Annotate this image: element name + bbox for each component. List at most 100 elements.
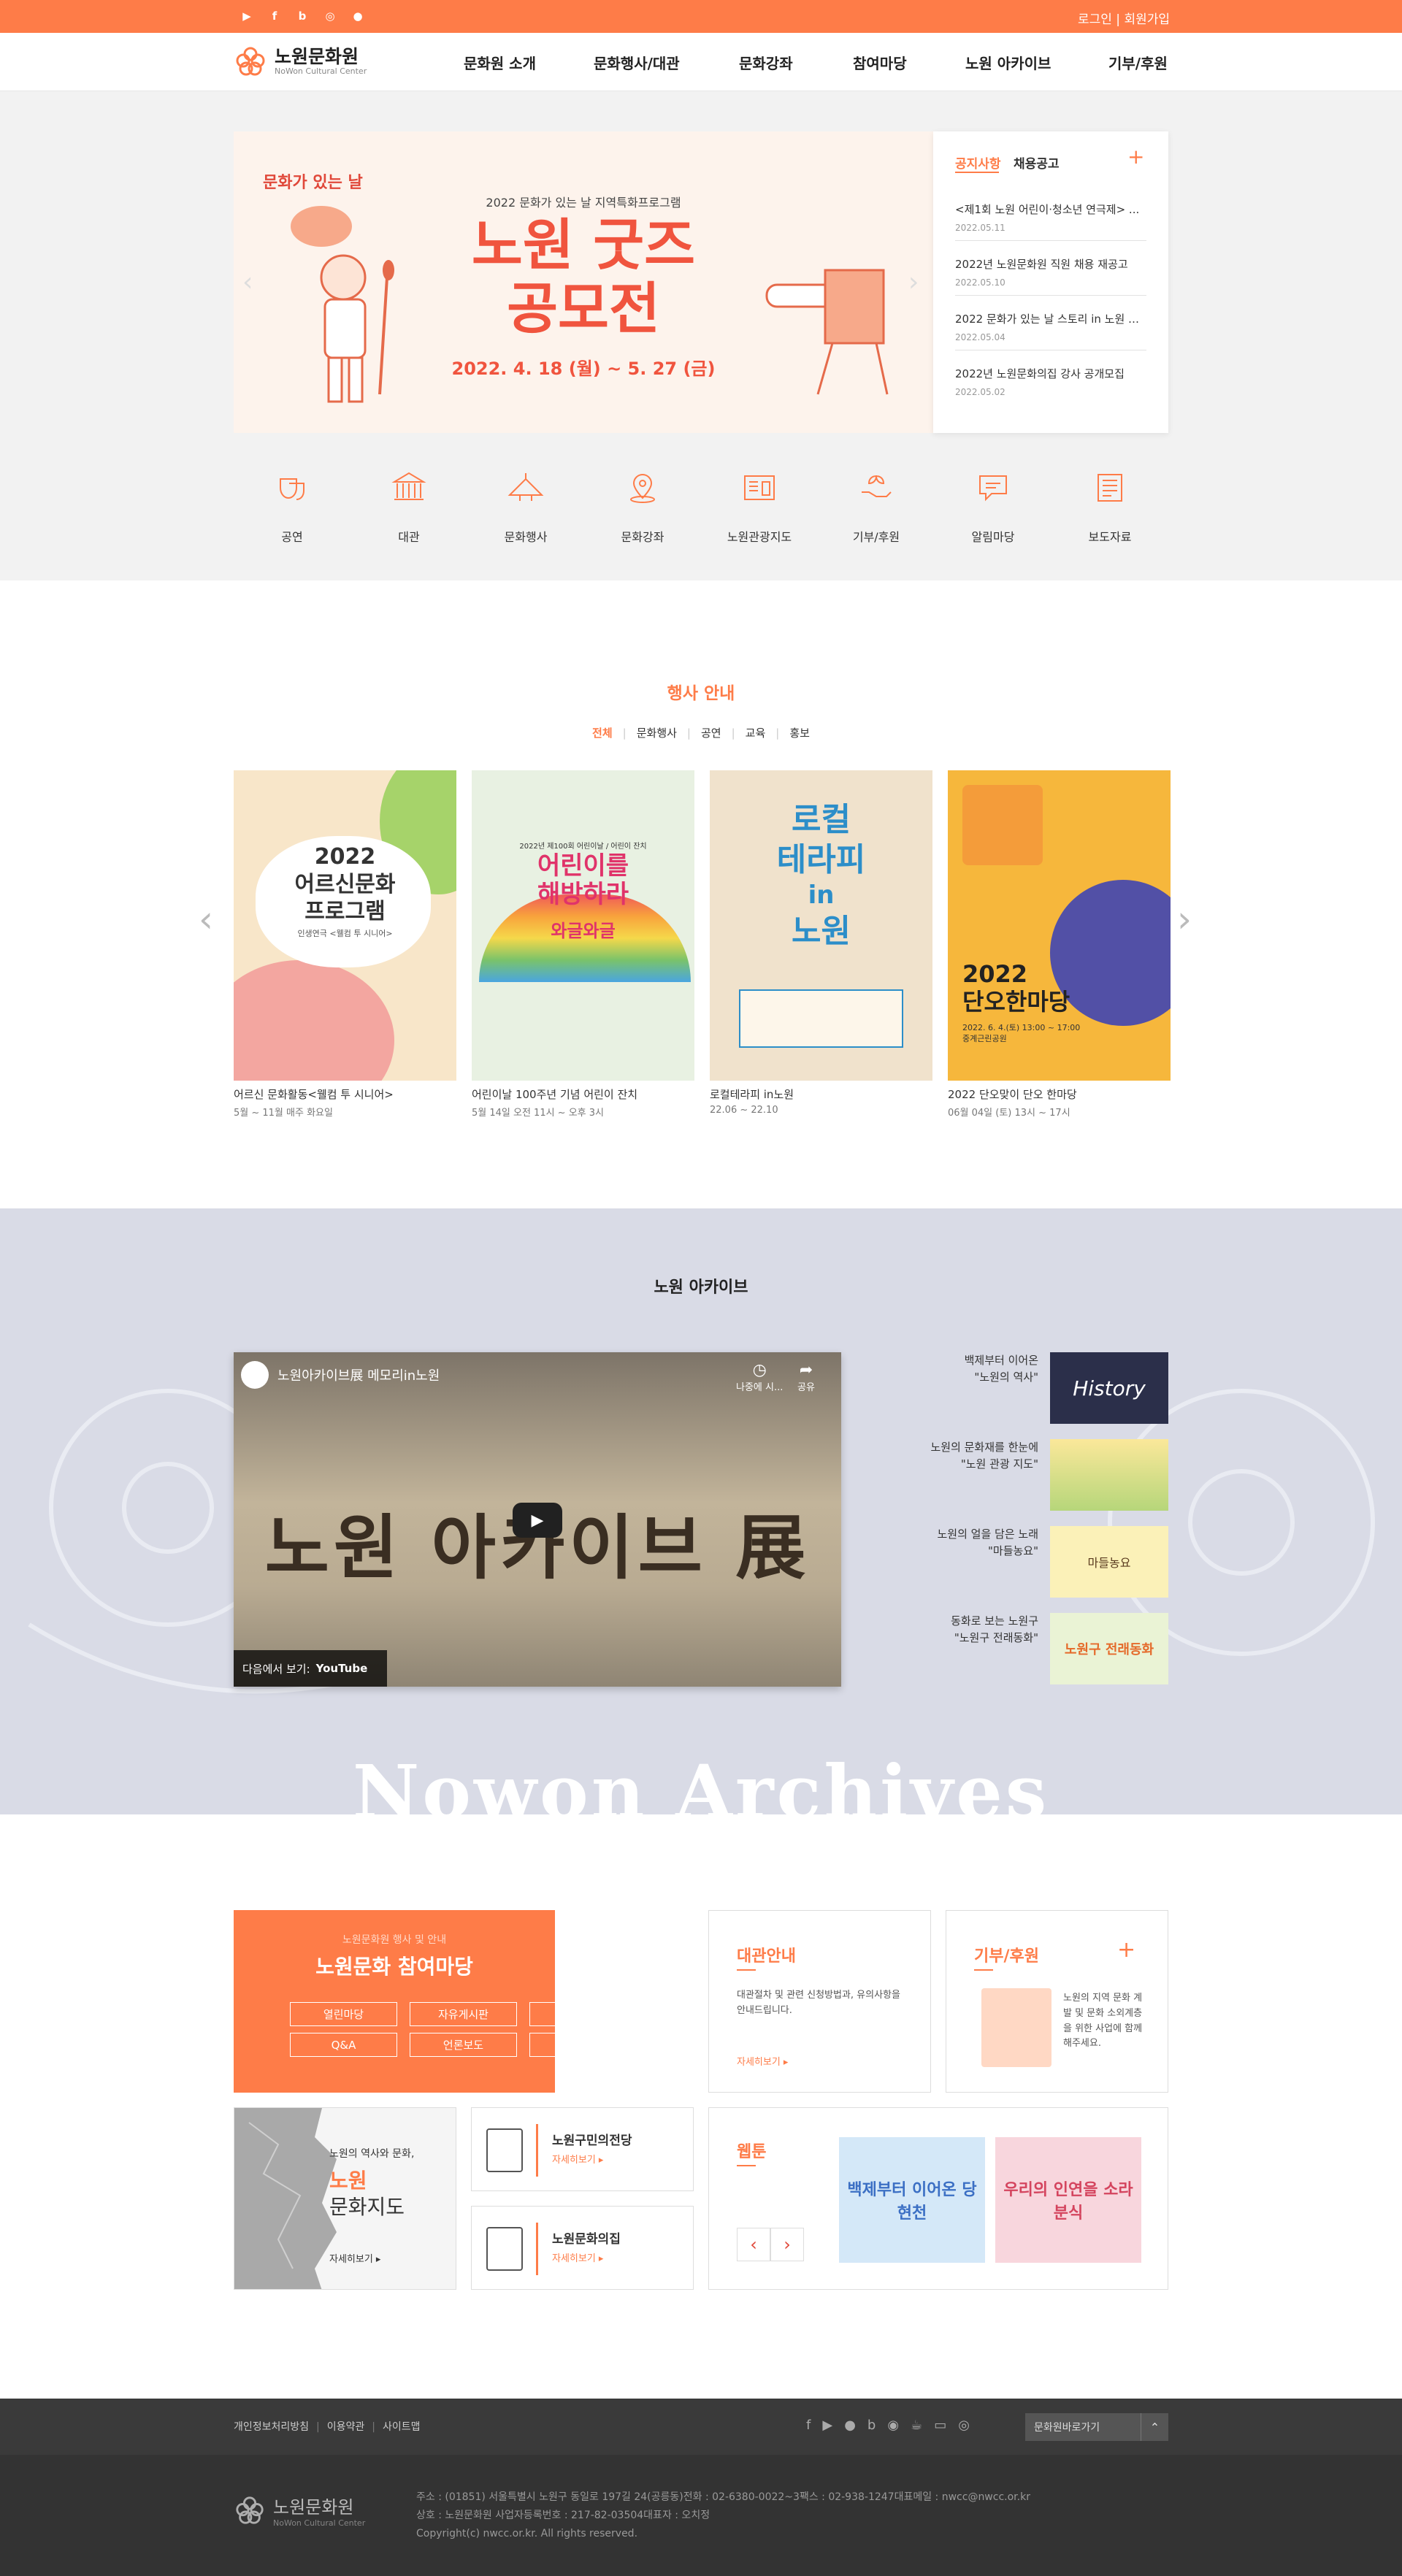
press-coverage-button[interactable]: 언론보도 [410, 2033, 517, 2057]
notice-more-button[interactable]: + [1127, 145, 1144, 169]
donation-more-button[interactable]: + [1117, 1937, 1135, 1963]
event-button[interactable]: 이벤트 [529, 2002, 637, 2026]
watch-later-button[interactable]: ◷ 나중에 시... [736, 1361, 783, 1393]
quick-tour-map[interactable]: 노원관광지도 [716, 466, 803, 545]
notice-item[interactable]: <제1회 노원 어린이·청소년 연극제> ... 2022.05.11 [955, 202, 1146, 241]
quick-donation[interactable]: 기부/후원 [832, 466, 920, 545]
chevron-up-icon: ⌃ [1141, 2413, 1168, 2441]
blog-icon[interactable]: b [867, 2418, 876, 2433]
video-title[interactable]: 노원아카이브展 메모리in노원 [277, 1365, 440, 1384]
kakao-icon[interactable]: ● [844, 2418, 856, 2433]
main-banner[interactable]: 문화가 있는 날 2022 문화가 있는 날 지역특화프로그램 노원 굿즈 공모전… [234, 131, 933, 433]
banner-prev-arrow[interactable]: ‹ [242, 267, 253, 297]
play-icon[interactable]: ▶ [513, 1503, 562, 1538]
quick-performance[interactable]: 공연 [248, 466, 336, 545]
youtube-icon[interactable]: ▶ [238, 7, 256, 25]
privacy-policy-link[interactable]: 개인정보처리방침 [234, 2421, 309, 2433]
login-link[interactable]: 로그인 [1078, 12, 1112, 27]
tab-notice[interactable]: 공지사항 [955, 153, 1001, 172]
channel-avatar [241, 1361, 269, 1389]
archive-thumb-folktale[interactable]: 노원구 전래동화 [1050, 1613, 1168, 1684]
webtoon-next-button[interactable]: › [770, 2228, 804, 2261]
facebook-icon[interactable]: f [806, 2418, 811, 2433]
nav-lectures[interactable]: 문화강좌 [739, 52, 793, 73]
culture-house-box[interactable]: 노원문화의집 자세히보기 ▸ [471, 2206, 694, 2290]
webtoon-underline [737, 2165, 756, 2166]
nav-events[interactable]: 문화행사/대관 [594, 52, 680, 73]
webtoon-prev-button[interactable]: ‹ [737, 2228, 770, 2261]
qna-button[interactable]: Q&A [290, 2033, 397, 2057]
webtoon-item[interactable]: 백제부터 이어온 당현천 [839, 2137, 985, 2263]
filter-cultural[interactable]: 문화행사 [637, 727, 677, 740]
open-forum-button[interactable]: 열린마당 [290, 2002, 397, 2026]
flower-logo-icon [236, 47, 265, 76]
archive-video[interactable]: 노원아카이브展 메모리in노원 ◷ 나중에 시... ➦ 공유 노원 아카이브 展 … [234, 1352, 841, 1687]
press-release-button[interactable]: 보도자료 [529, 2033, 637, 2057]
district-map-illustration [234, 2108, 337, 2289]
watch-on-youtube[interactable]: 다음에서 보기: YouTube [234, 1650, 387, 1687]
quick-notice[interactable]: 알림마당 [949, 466, 1037, 545]
citizens-hall-more-link[interactable]: 자세히보기 ▸ [552, 2152, 603, 2166]
quick-cultural-events[interactable]: 문화행사 [482, 466, 570, 545]
quick-lectures[interactable]: 문화강좌 [599, 466, 686, 545]
quick-link-select[interactable]: 문화원바로가기 ⌃ [1025, 2413, 1168, 2441]
culture-house-more-link[interactable]: 자세히보기 ▸ [552, 2250, 603, 2264]
kakao-icon[interactable]: ● [349, 7, 367, 25]
join-link[interactable]: 회원가입 [1124, 12, 1170, 27]
webtoon-title: 웹툰 [737, 2143, 767, 2161]
terms-link[interactable]: 이용약관 [327, 2421, 365, 2433]
notice-item[interactable]: 2022년 노원문화원 직원 채용 재공고 2022.05.10 [955, 256, 1146, 296]
blog-icon[interactable]: b [294, 7, 311, 25]
event-card[interactable]: 로컬 테라피 in 노원 로컬테라피 in노원 22.06 ~ 22.10 [710, 770, 932, 1116]
site-logo[interactable]: 노원문화원 NoWon Cultural Center [234, 45, 367, 78]
free-board-button[interactable]: 자유게시판 [410, 2002, 517, 2026]
footer-links-bar: 개인정보처리방침 | 이용약관 | 사이트맵 f ▶ ● b ◉ ☕ ▭ ◎ 문화원바로가기 ⌃ [0, 2399, 1402, 2455]
filter-performance[interactable]: 공연 [701, 727, 721, 740]
facebook-icon[interactable]: f [266, 7, 283, 25]
quick-rental[interactable]: 대관 [365, 466, 453, 545]
quick-press[interactable]: 보도자료 [1066, 466, 1154, 545]
chat-icon[interactable]: ▭ [934, 2418, 946, 2433]
share-button[interactable]: ➦ 공유 [797, 1361, 815, 1393]
culture-map-l3: 문화지도 [329, 2195, 405, 2219]
event-poster: 2022년 제100회 어린이날 / 어린이 잔치 어린이를 해방하라 와글와글 [472, 770, 694, 1081]
nav-participation[interactable]: 참여마당 [853, 52, 907, 73]
tab-recruit[interactable]: 채용공고 [1014, 153, 1060, 172]
giving-hand-icon [862, 475, 892, 497]
culture-map-more-link[interactable]: 자세히보기 ▸ [329, 2251, 380, 2265]
sitemap-link[interactable]: 사이트맵 [383, 2421, 421, 2433]
quick-label: 알림마당 [971, 530, 1015, 544]
banner-next-arrow[interactable]: › [908, 267, 919, 297]
event-card[interactable]: 2022 어르신문화 프로그램 인생연극 <웰컴 투 시니어> 어르신 문화활동<웰… [234, 770, 456, 1119]
notice-item[interactable]: 2022년 노원문화의집 강사 공개모집 2022.05.02 [955, 366, 1146, 405]
event-date: 5월 14일 오전 11시 ~ 오후 3시 [472, 1108, 604, 1119]
filter-education[interactable]: 교육 [746, 727, 766, 740]
youtube-icon[interactable]: ▶ [822, 2418, 832, 2433]
events-prev-arrow[interactable]: ‹ [199, 898, 213, 940]
rental-box[interactable]: 대관안내 대관절차 및 관련 신청방법과, 유의사항을 안내드립니다. 자세히보… [708, 1910, 931, 2093]
archive-thumb-tour-map[interactable] [1050, 1439, 1168, 1511]
tea-icon[interactable]: ☕ [911, 2418, 922, 2433]
events-next-arrow[interactable]: › [1177, 898, 1192, 940]
instagram-icon[interactable]: ◎ [958, 2418, 970, 2433]
quick-label: 문화행사 [504, 530, 548, 544]
archive-thumb-history[interactable]: History [1050, 1352, 1168, 1424]
nav-about[interactable]: 문화원 소개 [464, 52, 536, 73]
rental-more-link[interactable]: 자세히보기 ▸ [737, 2054, 788, 2068]
nav-archive[interactable]: 노원 아카이브 [965, 52, 1051, 73]
banner-brand: 문화가 있는 날 [263, 174, 363, 192]
filter-promotion[interactable]: 홍보 [789, 727, 810, 740]
podcast-icon[interactable]: ◉ [887, 2418, 899, 2433]
event-title: 로컬테라피 in노원 [710, 1088, 794, 1101]
event-card[interactable]: 2022 단오한마당 2022. 6. 4.(토) 13:00 ~ 17:00 중계… [948, 770, 1171, 1119]
nav-donation[interactable]: 기부/후원 [1108, 52, 1168, 73]
filter-all[interactable]: 전체 [592, 727, 613, 740]
archive-thumb-song[interactable]: 마들농요 [1050, 1526, 1168, 1598]
event-card[interactable]: 2022년 제100회 어린이날 / 어린이 잔치 어린이를 해방하라 와글와글 … [472, 770, 694, 1119]
notice-item[interactable]: 2022 문화가 있는 날 스토리 in 노원 <... 2022.05.04 [955, 311, 1146, 350]
webtoon-item[interactable]: 우리의 인연을 소라분식 [995, 2137, 1141, 2263]
citizens-hall-box[interactable]: 노원구민의전당 자세히보기 ▸ [471, 2107, 694, 2191]
instagram-icon[interactable]: ◎ [321, 7, 339, 25]
culture-map-box[interactable]: 노원의 역사와 문화, 노원 문화지도 자세히보기 ▸ [234, 2107, 456, 2290]
archive-item-caption: 노원의 얼을 담은 노래 "마들농요" [937, 1527, 1038, 1557]
